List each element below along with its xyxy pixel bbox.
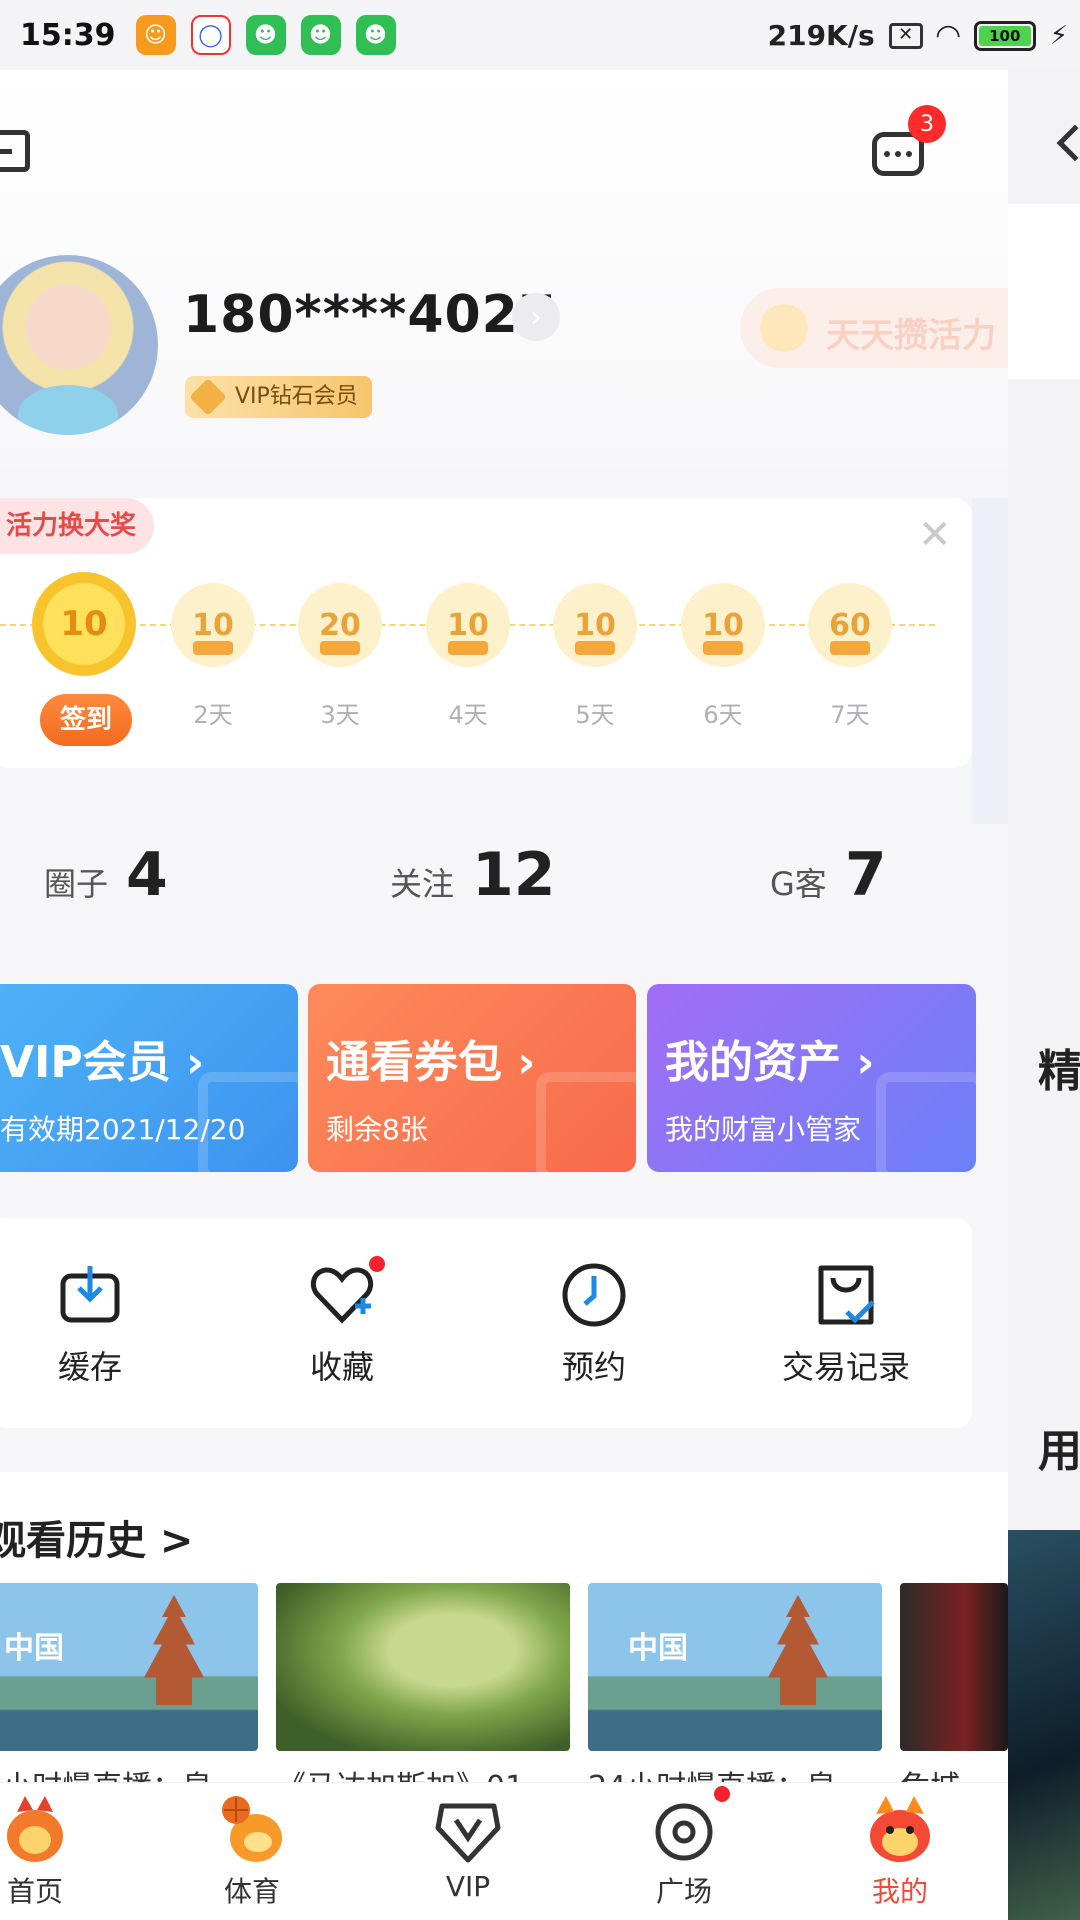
checkin-coin: 20 [298,583,382,667]
stat-circles[interactable]: 圈子 4 [44,840,168,910]
network-speed: 219K/s [767,19,875,52]
watch-history-title[interactable]: 观看历史 > [0,1508,193,1566]
checkin-day-label: 2天 [193,701,233,729]
nav-label: 广场 [655,1875,712,1908]
stat-label: G客 [770,865,827,903]
app-notification-icon: ☺ [135,15,176,55]
nav-my[interactable]: 我的 [835,1790,965,1910]
checkin-coin: 10 [426,583,510,667]
shortcut-label: 交易记录 [781,1348,910,1386]
vip-level-badge[interactable]: VIP钻石会员 [185,376,372,418]
stat-following[interactable]: 关注 12 [390,840,556,910]
app-notification-icon: ☻ [245,15,286,55]
shortcut-label: 缓存 [57,1348,122,1386]
signin-button[interactable]: 签到 [40,694,132,746]
clock-icon [561,1262,627,1328]
coupon-pack-card[interactable]: 通看券包 › 剩余8张 [308,984,636,1172]
heart-plus-icon [309,1256,385,1328]
my-assets-card[interactable]: 我的资产 › 我的财富小管家 [647,984,976,1172]
sun-icon [760,304,808,352]
side-panel-image [1008,1530,1080,1920]
download-icon [57,1262,123,1328]
stat-label: 关注 [390,865,455,903]
checkin-day-label: 5天 [575,701,615,729]
checkin-coin: 10 [553,583,637,667]
history-thumbnail[interactable] [900,1583,1008,1751]
battery-icon: 100 [973,20,1036,51]
username[interactable]: 180****4027 [183,285,556,345]
close-icon[interactable]: ✕ [918,515,952,555]
side-panel-text: 精 [1038,1046,1080,1097]
home-mascot-icon [0,1790,75,1870]
sim-off-icon: ✕ [888,22,923,49]
checkin-coin-today[interactable]: 10 [32,572,136,676]
side-panel-edge [972,498,1008,824]
checkin-day-label: 6天 [703,701,743,729]
checkin-day-label: 7天 [830,701,870,729]
shortcut-transactions[interactable]: 交易记录 [771,1262,921,1388]
coupon-watermark-icon [536,1072,636,1172]
stat-label: 圈子 [44,865,109,903]
sports-mascot-icon [212,1790,292,1870]
stat-value: 4 [126,840,168,910]
profile-header [0,70,1008,470]
notification-dot [369,1256,385,1272]
app-notification-icon: ◯ [190,15,231,55]
checkin-day-label: 3天 [320,701,360,729]
wallet-watermark-icon [876,1072,976,1172]
my-mascot-icon [860,1790,940,1870]
nav-label: 首页 [6,1875,63,1908]
profile-arrow-icon[interactable]: › [512,293,560,341]
nav-plaza[interactable]: 广场 [619,1786,749,1910]
app-notification-icon: ☻ [300,15,341,55]
shortcut-favorites[interactable]: 收藏 [267,1256,417,1388]
stat-value: 12 [472,840,556,910]
diamond-icon [189,378,227,416]
checkin-coin: 10 [171,583,255,667]
shortcut-label: 预约 [561,1348,626,1386]
notification-dot [714,1786,730,1802]
message-badge: 3 [908,105,946,143]
nav-label: VIP [445,1870,491,1903]
side-panel-text: 用 [1038,1426,1080,1477]
nav-label: 体育 [223,1875,280,1908]
side-panel-block [1008,204,1080,379]
back-arrow-icon[interactable] [1056,124,1080,162]
shortcut-label: 收藏 [309,1348,374,1386]
nav-label: 我的 [871,1875,928,1908]
nav-home[interactable]: 首页 [0,1790,100,1910]
diamond-watermark-icon [198,1072,298,1172]
stat-gke[interactable]: G客 7 [770,840,887,910]
nav-vip[interactable]: VIP [403,1790,533,1903]
app-notification-icon: ☻ [355,15,396,55]
nav-sports[interactable]: 体育 [187,1790,317,1910]
vip-icon [428,1790,508,1870]
plaza-icon [644,1786,730,1870]
shortcut-download[interactable]: 缓存 [15,1262,165,1388]
history-thumbnail[interactable] [0,1583,258,1751]
vip-badge-label: VIP钻石会员 [235,384,358,409]
history-thumbnail[interactable] [276,1583,570,1751]
daily-task-label: 天天攒活力 [826,316,996,356]
side-panel: 精 用 [1008,70,1080,1920]
checkin-coin: 10 [681,583,765,667]
stat-value: 7 [844,840,887,910]
daily-task-pill[interactable]: 天天攒活力 [740,288,1040,368]
wifi-icon: ◠ [936,18,960,53]
shopping-bag-check-icon [813,1262,879,1328]
checkin-day-label: 4天 [448,701,488,729]
clock: 15:39 [20,17,116,53]
status-bar: 15:39 ☺ ◯ ☻ ☻ ☻ 219K/s ✕ ◠ 100 ⚡ [0,0,1080,70]
checkin-coin: 60 [808,583,892,667]
scan-icon[interactable] [0,130,30,172]
shortcut-reservations[interactable]: 预约 [519,1262,669,1388]
charging-icon: ⚡ [1049,20,1068,51]
checkin-tag: 活力换大奖 [0,498,155,554]
history-thumbnail[interactable] [588,1583,882,1751]
vip-member-card[interactable]: VIP会员 › 有效期2021/12/20 [0,984,298,1172]
battery-level: 100 [978,25,1031,46]
